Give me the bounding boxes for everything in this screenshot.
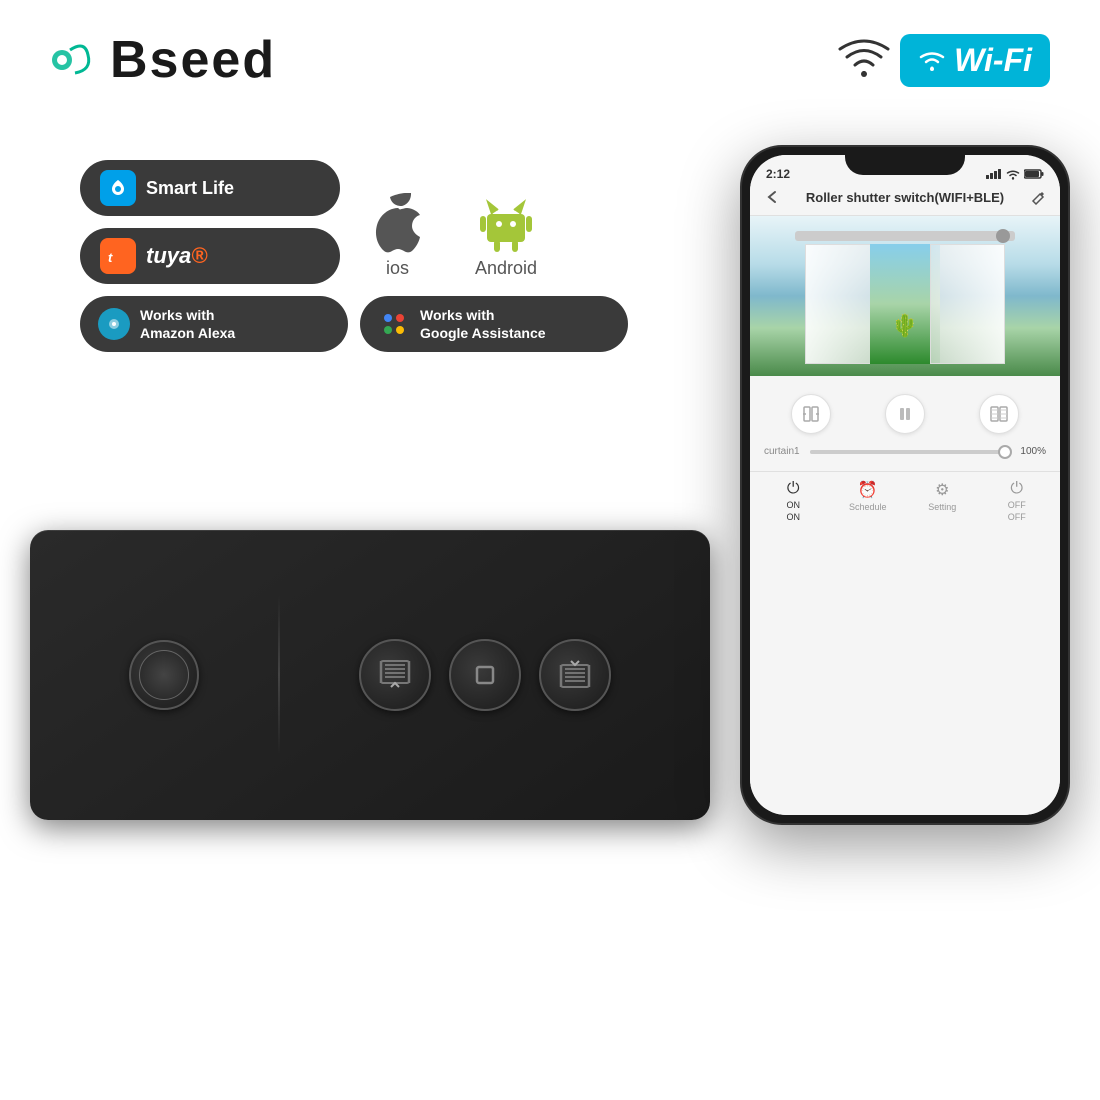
google-icon xyxy=(378,308,410,340)
status-time: 2:12 xyxy=(766,167,790,181)
pause-ctrl-button[interactable] xyxy=(885,394,925,434)
smart-life-icon xyxy=(100,170,136,206)
nav-off-sublabel: OFF xyxy=(1008,512,1026,522)
app-content: 🌵 xyxy=(750,216,1060,815)
curtain-slider-track[interactable] xyxy=(810,450,1010,454)
curtain-slider-row: curtain1 100% xyxy=(764,442,1046,461)
wifi-signal-icon xyxy=(837,35,892,85)
os-badges: ios Android xyxy=(370,195,537,279)
close-ctrl-button[interactable] xyxy=(979,394,1019,434)
badges-section: Smart Life t tuya® Works with Amazon xyxy=(30,140,678,372)
google-text: Works with Google Assistance xyxy=(420,306,546,342)
android-icon xyxy=(479,195,534,250)
curtain-slider-value: 100% xyxy=(1016,446,1046,457)
edit-icon[interactable] xyxy=(1030,189,1046,205)
nav-on-sublabel: ON xyxy=(787,512,801,522)
bottom-nav: ⏻ ON ON ⏰ Schedule ⚙ Setting ⏻ OFF OFF xyxy=(750,471,1060,530)
nav-off-label: OFF xyxy=(1008,500,1026,510)
signal-icon xyxy=(986,169,1002,179)
curtain-slider-thumb[interactable] xyxy=(998,445,1012,459)
alexa-badge: Works with Amazon Alexa xyxy=(80,296,348,352)
alexa-text: Works with Amazon Alexa xyxy=(140,306,235,342)
curtain-left xyxy=(805,244,880,364)
svg-text:t: t xyxy=(108,250,113,265)
alexa-icon xyxy=(98,308,130,340)
wifi-box: Wi-Fi xyxy=(900,34,1050,87)
back-arrow-icon[interactable] xyxy=(764,189,780,205)
curtain-right xyxy=(930,244,1005,364)
nav-setting-label: Setting xyxy=(928,502,956,512)
ios-badge: ios xyxy=(370,195,425,279)
nav-off[interactable]: ⏻ OFF OFF xyxy=(992,480,1042,522)
window-frame: 🌵 xyxy=(805,226,1005,366)
android-badge: Android xyxy=(475,195,537,279)
nav-on-icon: ⏻ xyxy=(787,480,800,498)
tuya-badge: t tuya® xyxy=(80,228,340,284)
cactus-decoration: 🌵 xyxy=(891,313,918,339)
window-handle xyxy=(996,229,1010,243)
switch-divider xyxy=(278,595,280,755)
switch-single-inner xyxy=(139,650,189,700)
app-title: Roller shutter switch(WIFI+BLE) xyxy=(780,190,1030,205)
bseed-icon xyxy=(50,35,100,85)
phone-screen: 2:12 xyxy=(750,155,1060,815)
control-buttons xyxy=(764,386,1046,442)
switch-single-button[interactable] xyxy=(129,640,199,710)
switch-stop-button[interactable] xyxy=(449,639,521,711)
phone-notch xyxy=(845,147,965,175)
nav-setting-icon: ⚙ xyxy=(935,480,949,500)
smart-life-badge: Smart Life xyxy=(80,160,340,216)
status-icons xyxy=(986,169,1044,180)
phone-mockup: 2:12 xyxy=(740,145,1070,825)
open-ctrl-button[interactable] xyxy=(791,394,831,434)
tuya-icon: t xyxy=(100,238,136,274)
ios-label: ios xyxy=(386,258,409,279)
brand-logo: Bseed xyxy=(50,30,276,90)
wifi-badge: Wi-Fi xyxy=(837,34,1050,87)
nav-on[interactable]: ⏻ ON ON xyxy=(768,480,818,522)
nav-schedule-icon: ⏰ xyxy=(858,480,878,500)
assistant-badges: Works with Amazon Alexa Works with Googl… xyxy=(80,296,628,352)
google-badge: Works with Google Assistance xyxy=(360,296,628,352)
smart-life-label: Smart Life xyxy=(146,178,234,199)
controls-area: curtain1 100% xyxy=(750,376,1060,471)
nav-on-label: ON xyxy=(787,500,801,510)
nav-schedule[interactable]: ⏰ Schedule xyxy=(843,480,893,522)
brand-name: Bseed xyxy=(110,30,276,90)
header: Bseed Wi-Fi xyxy=(0,0,1100,100)
phone-wifi-icon xyxy=(1006,169,1020,180)
window-image: 🌵 xyxy=(750,216,1060,376)
tuya-label: tuya® xyxy=(146,243,207,269)
window-rail xyxy=(795,231,1015,241)
app-header: Roller shutter switch(WIFI+BLE) xyxy=(750,185,1060,216)
curtain-slider-label: curtain1 xyxy=(764,446,804,457)
android-label: Android xyxy=(475,258,537,279)
apple-icon xyxy=(370,195,425,250)
switch-roller-open-button[interactable] xyxy=(359,639,431,711)
nav-setting[interactable]: ⚙ Setting xyxy=(917,480,967,522)
wifi-text: Wi-Fi xyxy=(954,42,1032,79)
switch-triple-group xyxy=(359,639,611,711)
switch-roller-close-button[interactable] xyxy=(539,639,611,711)
switch-device xyxy=(30,530,710,820)
nav-off-icon: ⏻ xyxy=(1010,480,1023,498)
battery-icon xyxy=(1024,169,1044,179)
curtain-slider-fill xyxy=(810,450,1000,454)
nav-schedule-label: Schedule xyxy=(849,502,887,512)
